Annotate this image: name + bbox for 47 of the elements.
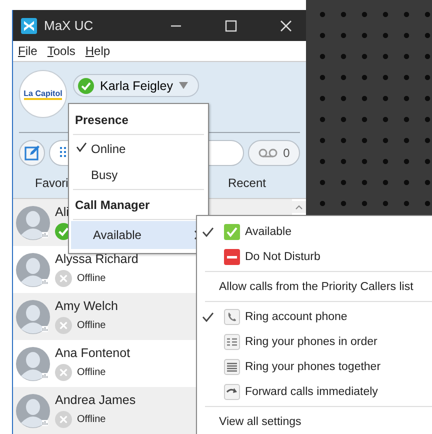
phone-icon [224, 308, 240, 324]
voicemail-icon [258, 148, 278, 158]
menu-item[interactable]: Forward calls immediately [197, 379, 432, 404]
menu-item[interactable]: Ring account phone [197, 304, 432, 329]
company-logo: La Capitol [19, 70, 67, 118]
menu-item[interactable]: Busy [71, 162, 206, 188]
pencil-icon [24, 145, 40, 161]
menu-item[interactable]: Ring your phones together [197, 354, 432, 379]
compose-button[interactable] [19, 140, 45, 166]
contact-name: Amy Welch [55, 299, 118, 313]
menu-item[interactable]: File [18, 44, 38, 58]
contact-name: Ana Fontenot [55, 346, 130, 360]
tab[interactable]: Favori [31, 174, 72, 192]
contact-name: Ali [55, 205, 70, 219]
menu-item[interactable]: Allow calls from the Priority Callers list [197, 274, 432, 299]
window-title: MaX UC [44, 18, 94, 34]
menu-item[interactable]: Help [85, 44, 110, 58]
menu-item[interactable]: Tools [47, 44, 76, 58]
list-icon [224, 358, 240, 374]
contact-name: Alyssa Richard [55, 252, 138, 266]
menu-item[interactable]: Ring your phones in order [197, 329, 432, 354]
menu-heading: Presence [74, 112, 130, 129]
avatar-icon [16, 206, 50, 240]
voicemail-button[interactable]: 0 [248, 140, 300, 166]
avatar-icon [16, 252, 50, 286]
do-not-disturb-icon [224, 248, 240, 264]
status-text: Offline [77, 320, 106, 331]
avatar-icon [16, 346, 50, 380]
menu-item[interactable]: Online [71, 136, 206, 162]
presence-button[interactable]: Karla Feigley [73, 74, 199, 97]
dialpad-icon [60, 147, 68, 159]
scroll-up-button[interactable] [292, 201, 306, 213]
avatar-icon [16, 394, 50, 428]
status-text: Offline [77, 367, 106, 378]
app-logo-icon [21, 18, 37, 34]
menu-item[interactable]: View all settings [197, 409, 432, 434]
menu-heading: Call Manager [74, 197, 151, 214]
ordered-list-icon [224, 334, 240, 350]
available-icon [224, 224, 240, 240]
contact-name: Andrea James [55, 393, 136, 407]
status-text: Offline [77, 273, 106, 284]
tab[interactable]: Recent [224, 174, 270, 192]
avatar-icon [16, 300, 50, 334]
caret-icon [178, 82, 188, 89]
close-icon[interactable] [280, 20, 292, 32]
status-text: Offline [77, 414, 106, 425]
maximize-icon[interactable] [225, 20, 237, 32]
